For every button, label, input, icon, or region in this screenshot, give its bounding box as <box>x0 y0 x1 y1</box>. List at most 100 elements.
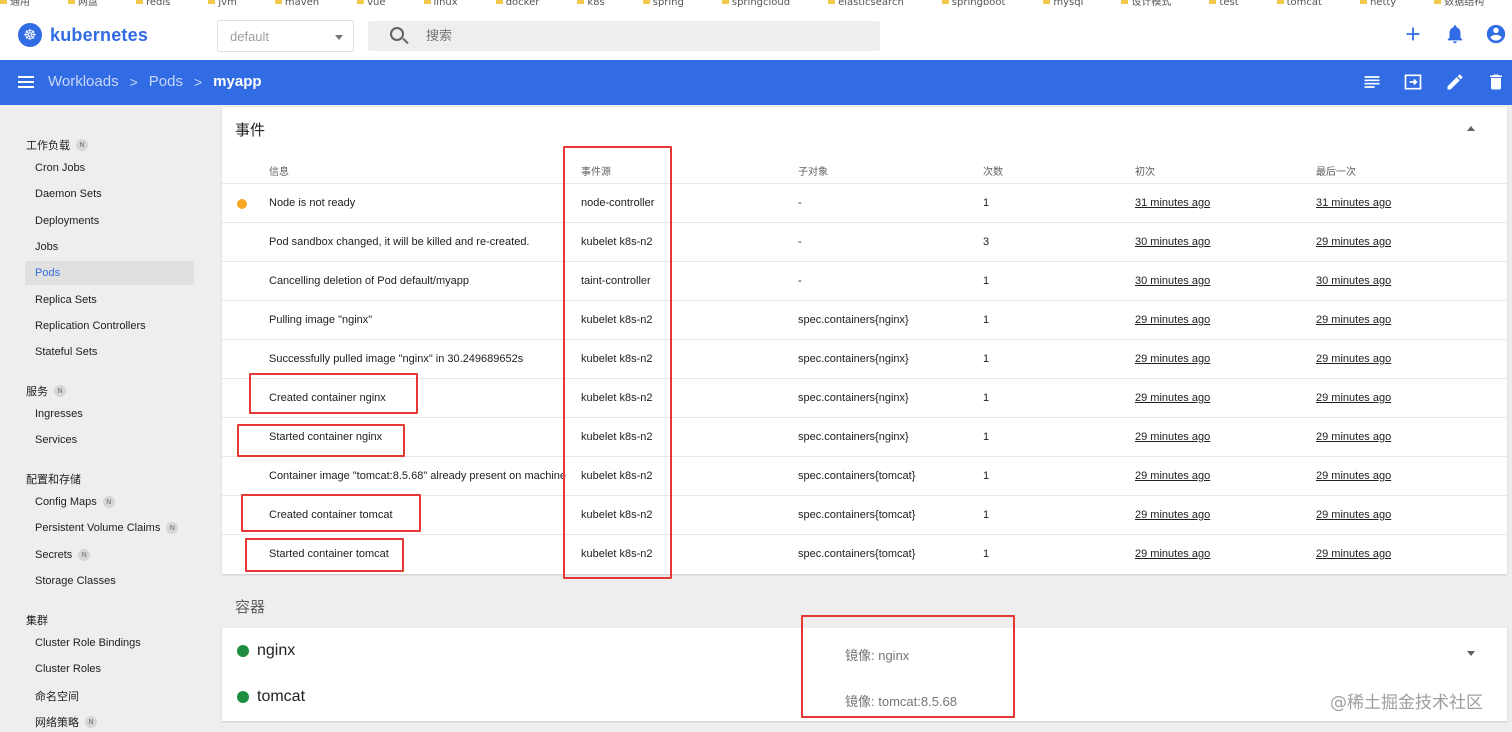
sidebar-item-命名空间[interactable]: 命名空间 <box>25 684 194 708</box>
cell-first[interactable]: 29 minutes ago <box>1135 548 1210 560</box>
sidebar-item-cluster-role-bindings[interactable]: Cluster Role Bindings <box>25 631 194 655</box>
sidebar-item-网络策略[interactable]: 网络策略 N <box>25 710 194 732</box>
cell-first[interactable]: 30 minutes ago <box>1135 275 1210 287</box>
container-name[interactable]: tomcat <box>237 688 305 706</box>
cell-last[interactable]: 29 minutes ago <box>1316 236 1391 248</box>
sidebar-item-label: Pods <box>35 267 61 280</box>
search-bar[interactable] <box>368 21 880 51</box>
cell-last[interactable]: 29 minutes ago <box>1316 431 1391 443</box>
cell-first[interactable]: 29 minutes ago <box>1135 470 1210 482</box>
sidebar-item-jobs[interactable]: Jobs <box>25 235 194 259</box>
chevron-right-icon: > <box>193 73 203 90</box>
breadcrumb-pods[interactable]: Pods <box>149 73 183 90</box>
cell-message: Started container nginx <box>269 431 383 443</box>
bookmark-folder[interactable]: maven <box>274 0 319 8</box>
sidebar-item-deployments[interactable]: Deployments <box>25 209 194 233</box>
kubernetes-logo[interactable]: ☸ kubernetes <box>18 23 148 47</box>
search-input[interactable] <box>426 26 866 46</box>
cell-first[interactable]: 29 minutes ago <box>1135 431 1210 443</box>
sidebar-item-secrets[interactable]: Secrets N <box>25 543 194 567</box>
cell-last[interactable]: 29 minutes ago <box>1316 548 1391 560</box>
sidebar-section-title[interactable]: 配置和存储 <box>26 471 81 487</box>
sidebar-item-label: Config Maps <box>35 496 97 508</box>
sidebar-item-replication-controllers[interactable]: Replication Controllers <box>25 314 194 338</box>
bookmark-folder[interactable]: springboot <box>941 0 1005 8</box>
sidebar-section-title[interactable]: 工作负载 N <box>26 137 88 153</box>
breadcrumb-myapp: myapp <box>213 73 262 90</box>
sidebar-item-services[interactable]: Services <box>25 428 194 452</box>
bookmark-folder[interactable]: 数据结构 <box>1434 0 1484 8</box>
cell-last[interactable]: 29 minutes ago <box>1316 509 1391 521</box>
logs-icon[interactable] <box>1362 72 1382 92</box>
sidebar-item-storage-classes[interactable]: Storage Classes <box>25 569 194 593</box>
cell-first[interactable]: 29 minutes ago <box>1135 509 1210 521</box>
sidebar-item-cluster-roles[interactable]: Cluster Roles <box>25 657 194 681</box>
cell-count: 1 <box>983 548 990 560</box>
cell-last[interactable]: 31 minutes ago <box>1316 197 1391 209</box>
bookmark-folder[interactable]: mysql <box>1043 0 1083 8</box>
new-badge: N <box>54 385 66 397</box>
cell-last[interactable]: 29 minutes ago <box>1316 392 1391 404</box>
sidebar-item-pods[interactable]: Pods <box>25 261 194 286</box>
breadcrumb-workloads[interactable]: Workloads <box>48 73 119 90</box>
bookmark-folder[interactable]: linux <box>423 0 458 8</box>
account-icon[interactable] <box>1485 23 1507 45</box>
cell-first[interactable]: 29 minutes ago <box>1135 353 1210 365</box>
namespace-select[interactable]: default <box>217 20 354 52</box>
bookmark-folder[interactable]: 设计模式 <box>1121 0 1171 8</box>
sidebar-section-title[interactable]: 集群 <box>26 612 48 628</box>
sidebar-item-label: Replica Sets <box>35 293 97 306</box>
cell-last[interactable]: 29 minutes ago <box>1316 353 1391 365</box>
new-badge: N <box>85 715 97 728</box>
sidebar-item-config-maps[interactable]: Config Maps N <box>25 490 194 514</box>
sidebar-item-cron-jobs[interactable]: Cron Jobs <box>25 156 194 180</box>
sidebar-item-persistent-volume-claims[interactable]: Persistent Volume Claims N <box>25 516 194 540</box>
cell-count: 1 <box>983 275 990 287</box>
bookmark-folder[interactable]: docker <box>495 0 539 8</box>
cell-first[interactable]: 29 minutes ago <box>1135 392 1210 404</box>
cell-first[interactable]: 31 minutes ago <box>1135 197 1210 209</box>
collapse-arrow-icon[interactable] <box>1467 126 1475 131</box>
delete-icon[interactable] <box>1486 72 1506 92</box>
bookmark-folder[interactable]: tomcat <box>1276 0 1322 8</box>
bookmark-folder[interactable]: elasticsearch <box>828 0 904 8</box>
bookmark-bar: 通用 网盘 redis jvm maven vue linux docker k8s spring… <box>0 0 1512 10</box>
sidebar-item-stateful-sets[interactable]: Stateful Sets <box>25 340 194 364</box>
bookmark-folder[interactable]: jvm <box>208 0 237 8</box>
sidebar-item-daemon-sets[interactable]: Daemon Sets <box>25 182 194 206</box>
sidebar-item-label: Deployments <box>35 214 100 227</box>
container-name[interactable]: nginx <box>237 642 295 660</box>
sidebar-section-title[interactable]: 服务 N <box>26 383 66 399</box>
bookmark-folder[interactable]: test <box>1209 0 1239 8</box>
bookmark-folder[interactable]: redis <box>136 0 170 8</box>
cell-last[interactable]: 29 minutes ago <box>1316 314 1391 326</box>
bookmark-folder[interactable]: springcloud <box>721 0 790 8</box>
sidebar-section-label: 工作负载 <box>26 139 70 152</box>
cell-last[interactable]: 29 minutes ago <box>1316 470 1391 482</box>
bell-icon[interactable] <box>1444 23 1466 45</box>
sidebar-item-replica-sets[interactable]: Replica Sets <box>25 288 194 312</box>
running-status-icon <box>237 691 249 703</box>
cell-first[interactable]: 30 minutes ago <box>1135 236 1210 248</box>
expand-arrow-icon[interactable] <box>1467 651 1475 656</box>
plus-icon[interactable] <box>1402 23 1424 45</box>
column-header: 子对象 <box>798 167 828 178</box>
bookmark-folder[interactable]: k8s <box>577 0 605 8</box>
column-header: 次数 <box>983 167 1003 178</box>
bookmark-folder[interactable]: 通用 <box>0 0 30 8</box>
cell-first[interactable]: 29 minutes ago <box>1135 314 1210 326</box>
edit-icon[interactable] <box>1445 72 1465 92</box>
bookmark-folder[interactable]: spring <box>642 0 684 8</box>
cell-last[interactable]: 30 minutes ago <box>1316 275 1391 287</box>
cell-message: Successfully pulled image "nginx" in 30.… <box>269 353 524 365</box>
bookmark-folder[interactable]: 网盘 <box>68 0 98 8</box>
bookmark-folder[interactable]: vue <box>357 0 386 8</box>
bookmark-folder[interactable]: netty <box>1359 0 1396 8</box>
sidebar-item-ingresses[interactable]: Ingresses <box>25 402 194 426</box>
menu-icon[interactable] <box>18 76 34 88</box>
sidebar-item-label: Storage Classes <box>35 574 116 587</box>
sidebar-item-label: Ingresses <box>35 408 83 420</box>
cell-sub-object: spec.containers{tomcat} <box>798 509 916 521</box>
exec-icon[interactable] <box>1403 72 1423 92</box>
cell-sub-object: spec.containers{nginx} <box>798 431 909 443</box>
